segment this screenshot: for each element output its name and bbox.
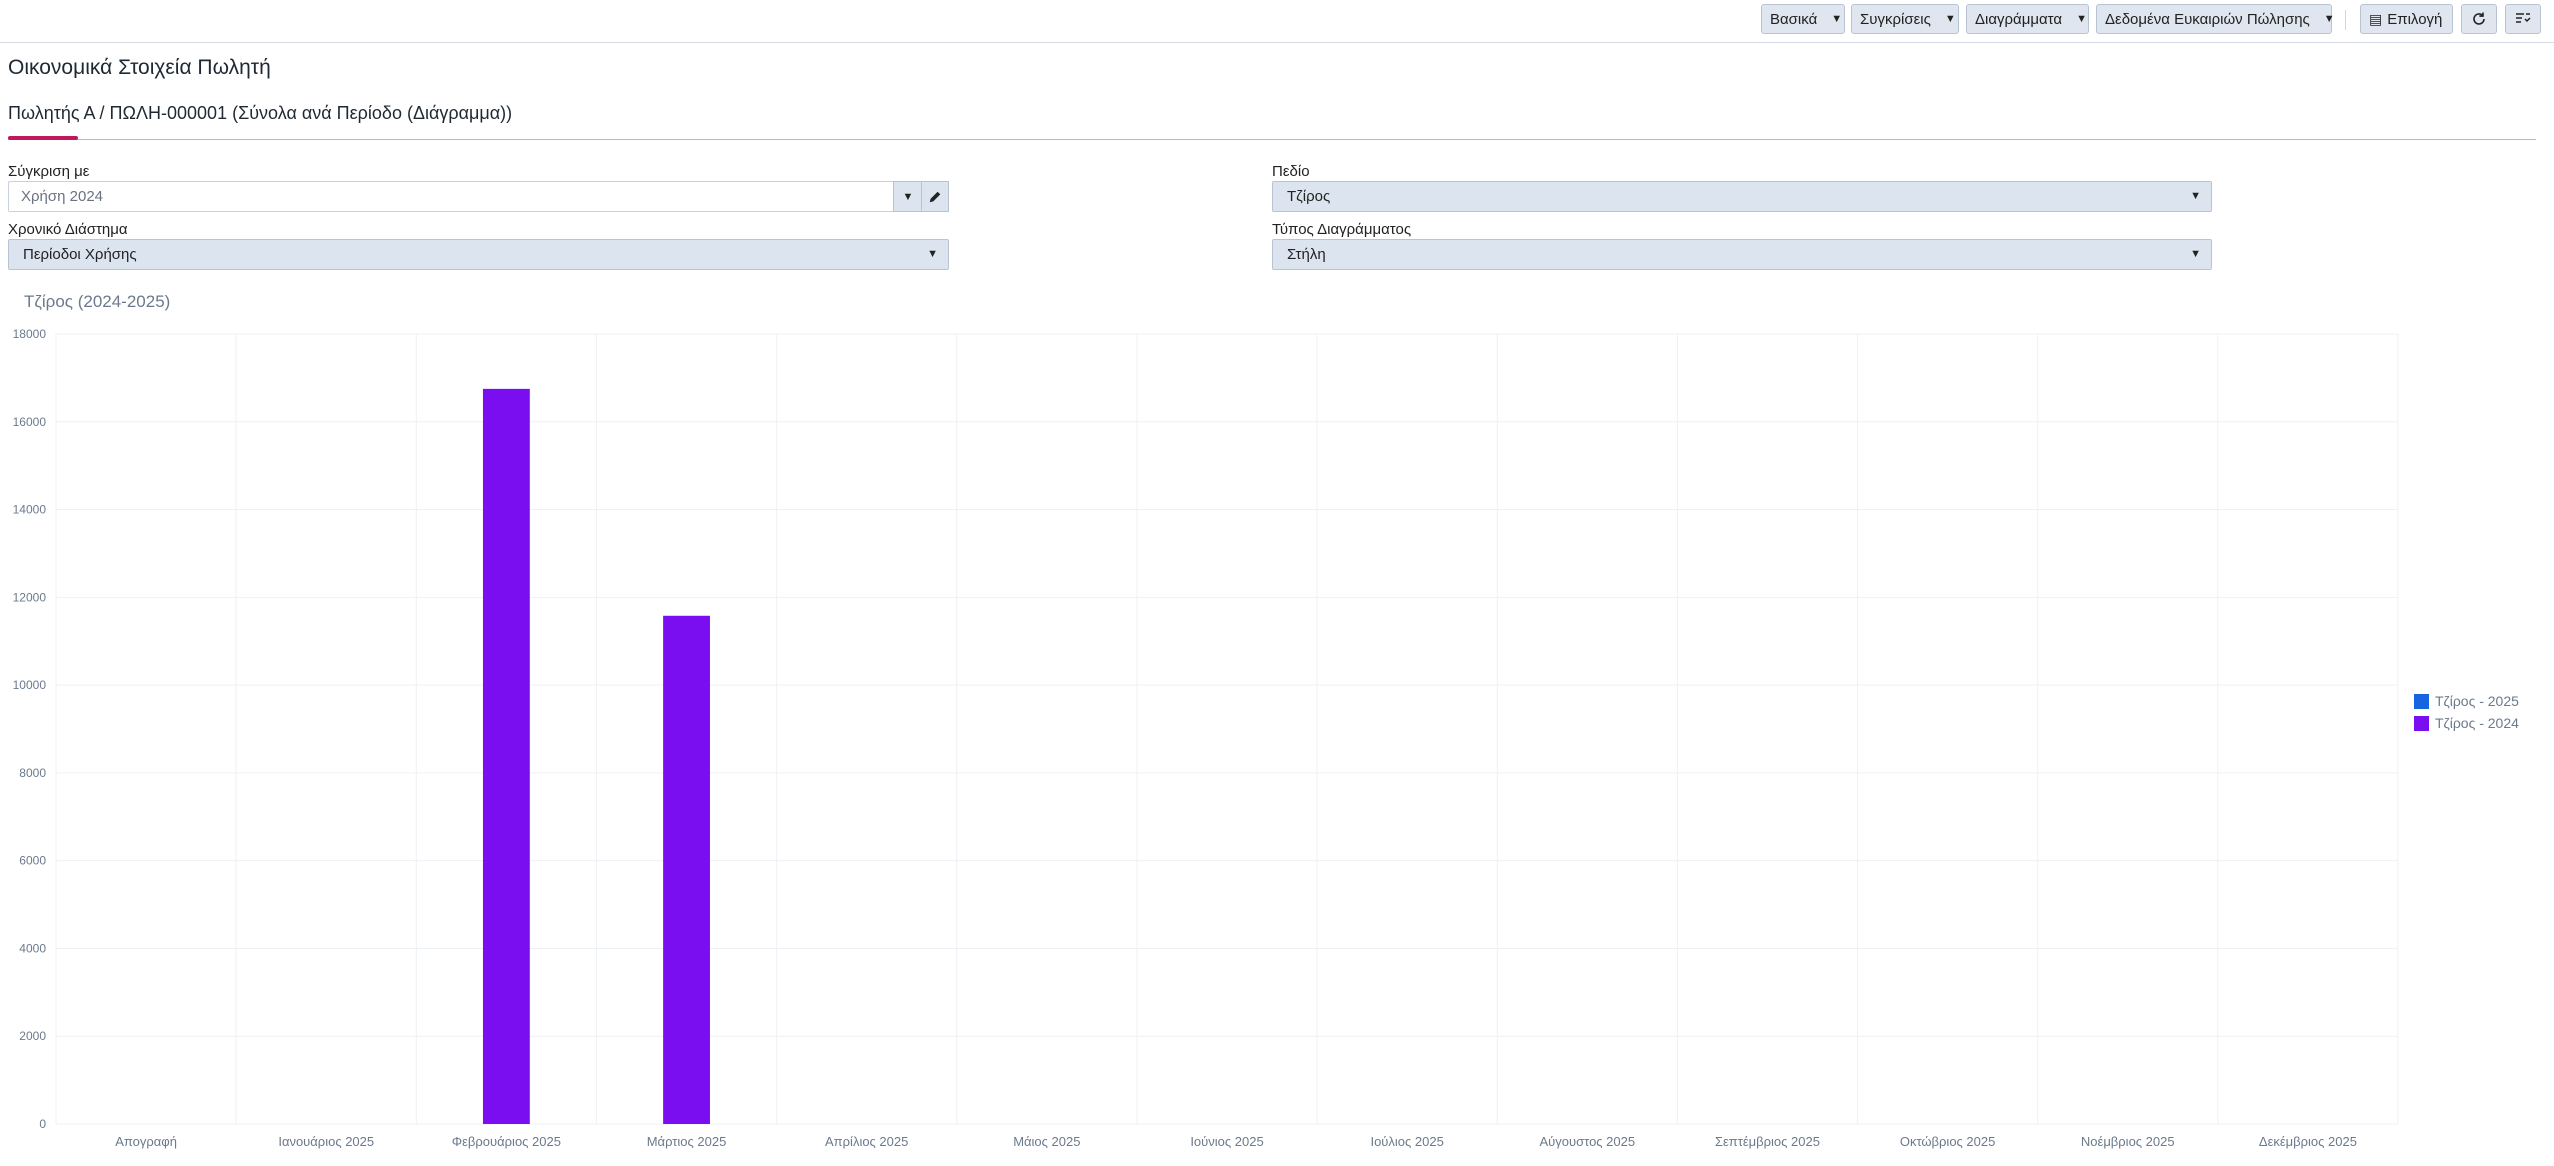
x-tick-label: Απρίλιος 2025 (825, 1134, 908, 1149)
compare-input[interactable]: Χρήση 2024 (8, 181, 895, 212)
bar-chart: 0 2000 4000 6000 8000 10000 12000 14000 16000 180… (13, 327, 2399, 1149)
top-toolbar: Βασικά ▼ Συγκρίσεις ▼ Διαγράμματα ▼ Δεδομέν… (0, 0, 2554, 43)
legend-swatch (2414, 715, 2429, 731)
y-tick-label: 2000 (19, 1029, 46, 1043)
caret-down-icon: ▼ (1944, 13, 1956, 25)
period-label: Χρονικό Διάστημα (8, 221, 128, 238)
charts-menu-label: Διαγράμματα (1975, 10, 2063, 28)
basic-menu-button[interactable]: Βασικά ▼ (1761, 4, 1845, 34)
y-tick-label: 16000 (13, 415, 47, 429)
y-tick-label: 14000 (13, 503, 47, 517)
x-tick-label: Ιούνιος 2025 (1190, 1134, 1263, 1149)
settings-list-button[interactable] (2505, 4, 2541, 34)
comparisons-menu-label: Συγκρίσεις (1860, 10, 1931, 28)
y-tick-label: 8000 (19, 766, 46, 780)
sales-data-menu-label: Δεδομένα Ευκαιριών Πώλησης (2105, 10, 2310, 28)
y-tick-label: 6000 (19, 854, 46, 868)
caret-down-icon: ▼ (927, 248, 938, 260)
caret-down-icon: ▼ (2323, 13, 2335, 25)
caret-down-icon: ▼ (1831, 13, 1843, 25)
compare-label: Σύγκριση με (8, 163, 90, 180)
x-tick-label: Ιανουάριος 2025 (278, 1134, 374, 1149)
legend-label: Τζίρος - 2024 (2435, 715, 2519, 731)
pencil-icon (929, 191, 941, 202)
refresh-icon (2473, 12, 2485, 25)
x-tick-label: Μάιος 2025 (1013, 1134, 1080, 1149)
x-tick-label: Ιούλιος 2025 (1370, 1134, 1443, 1149)
legend-item-2024[interactable]: Τζίρος - 2024 (2414, 715, 2519, 731)
chart-title: Τζίρος (2024-2025) (24, 292, 171, 311)
x-tick-label: Οκτώβριος 2025 (1900, 1134, 1996, 1149)
caret-down-icon: ▼ (2190, 190, 2201, 202)
sales-data-menu-button[interactable]: Δεδομένα Ευκαιριών Πώλησης ▼ (2096, 4, 2335, 34)
charts-menu-button[interactable]: Διαγράμματα ▼ (1966, 4, 2089, 34)
x-tick-label: Απογραφή (115, 1134, 177, 1149)
chart-type-select-value: Στήλη (1287, 246, 1326, 263)
y-tick-label: 12000 (13, 590, 47, 604)
legend-swatch (2414, 693, 2429, 709)
list-settings-icon (2516, 13, 2531, 23)
tab-subtitle[interactable]: Πωλητής Α / ΠΩΛΗ-000001 (Σύνολα ανά Περί… (8, 103, 512, 124)
compare-edit-button[interactable] (921, 181, 949, 212)
period-select-value: Περίοδοι Χρήσης (23, 246, 137, 263)
basic-menu-label: Βασικά (1770, 10, 1818, 28)
legend-item-2025[interactable]: Τζίρος - 2025 (2414, 693, 2519, 709)
period-select[interactable]: Περίοδοι Χρήσης ▼ (8, 239, 949, 270)
tab-underline (8, 139, 2536, 140)
toolbar-divider (2345, 10, 2346, 30)
y-tick-label: 18000 (13, 327, 47, 341)
caret-down-icon: ▼ (2190, 248, 2201, 260)
x-tick-label: Φεβρουάριος 2025 (452, 1134, 561, 1149)
select-button[interactable]: ▤ Επιλογή (2360, 4, 2453, 34)
x-tick-label: Αύγουστος 2025 (1539, 1134, 1635, 1149)
bar[interactable] (663, 615, 710, 1124)
field-select-value: Τζίρος (1287, 188, 1331, 205)
caret-down-icon: ▼ (2076, 13, 2087, 25)
list-icon: ▤ (2369, 10, 2383, 27)
legend-label: Τζίρος - 2025 (2435, 693, 2519, 709)
tab-active-indicator (8, 136, 78, 140)
y-tick-label: 0 (39, 1117, 46, 1131)
compare-dropdown-button[interactable]: ▼ (893, 181, 923, 212)
x-tick-label: Δεκέμβριος 2025 (2259, 1134, 2357, 1149)
x-tick-label: Μάρτιος 2025 (647, 1134, 727, 1149)
y-tick-label: 10000 (13, 678, 47, 692)
caret-down-icon: ▼ (902, 190, 914, 203)
page-title: Οικονομικά Στοιχεία Πωλητή (8, 56, 271, 79)
select-button-label: Επιλογή (2387, 10, 2443, 28)
chart-type-label: Τύπος Διαγράμματος (1272, 221, 1412, 238)
comparisons-menu-button[interactable]: Συγκρίσεις ▼ (1851, 4, 1959, 34)
chart-type-select[interactable]: Στήλη ▼ (1272, 239, 2212, 270)
x-tick-label: Νοέμβριος 2025 (2081, 1134, 2175, 1149)
bar[interactable] (482, 388, 530, 1125)
y-tick-label: 4000 (19, 941, 46, 955)
field-label: Πεδίο (1272, 163, 1310, 180)
x-tick-label: Σεπτέμβριος 2025 (1715, 1134, 1820, 1149)
field-select[interactable]: Τζίρος ▼ (1272, 181, 2212, 212)
refresh-button[interactable] (2461, 4, 2497, 34)
